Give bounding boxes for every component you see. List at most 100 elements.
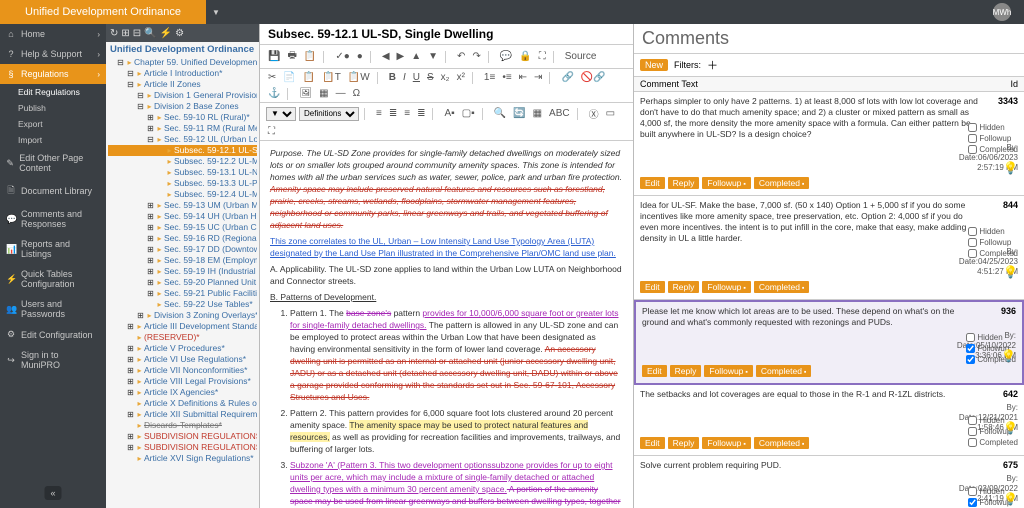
hidden-checkbox[interactable]: [968, 123, 977, 132]
tree-item[interactable]: ▸Article XVI Sign Regulations*: [108, 453, 257, 464]
new-comment-button[interactable]: New: [640, 59, 668, 71]
edit-button[interactable]: Edit: [640, 437, 665, 449]
sidebar-item-2[interactable]: §Regulations›: [0, 64, 106, 84]
fold-icon[interactable]: ⊟: [136, 101, 145, 112]
hidden-checkbox[interactable]: [968, 416, 977, 425]
sidebar-item-7[interactable]: ⚡Quick Tables Configuration: [0, 264, 106, 294]
sidebar-item-6[interactable]: 📊Reports and Listings: [0, 234, 106, 264]
edit-button[interactable]: Edit: [642, 365, 667, 377]
prev-icon[interactable]: ◀: [380, 50, 392, 63]
align-right-icon[interactable]: ≡: [402, 107, 412, 120]
find-icon[interactable]: 🔍: [492, 107, 508, 120]
unlink-icon[interactable]: 🚫🔗: [579, 71, 608, 84]
source-button[interactable]: Source: [563, 50, 599, 63]
tree-item[interactable]: ⊞▸Division 3 Zoning Overlays*: [108, 310, 257, 321]
sidebar-item-8[interactable]: 👥Users and Passwords: [0, 294, 106, 324]
tree-item[interactable]: ⊟▸Sec. 59-12 UL (Urban Low)*: [108, 134, 257, 145]
hr-icon[interactable]: —: [334, 87, 348, 100]
reply-button[interactable]: Reply: [670, 365, 702, 377]
tree-item[interactable]: ⊞▸Sec. 59-17 DD (Downtown Developm: [108, 244, 257, 255]
tree-settings-icon[interactable]: ⚙: [175, 28, 184, 39]
tree-item[interactable]: ▸Subsec. 59-13.1 UL-NC, Neighborh: [108, 167, 257, 178]
comment-row[interactable]: Idea for UL-SF. Make the base, 7,000 sf.…: [634, 196, 1024, 300]
add-filter-icon[interactable]: ＋: [707, 57, 718, 73]
fold-icon[interactable]: ⊟: [126, 68, 135, 79]
fold-icon[interactable]: ⊞: [146, 211, 155, 222]
tree-item[interactable]: ⊞▸Article IX Agencies*: [108, 387, 257, 398]
bg-color-icon[interactable]: ▢▪: [460, 107, 477, 120]
editor-body[interactable]: Purpose. The UL-SD Zone provides for sin…: [260, 141, 633, 508]
tree-item[interactable]: ▸Discards-Templates*: [108, 420, 257, 431]
col-id[interactable]: Id: [980, 79, 1018, 89]
completed-button[interactable]: Completed: [756, 365, 812, 377]
sidebar-item-5[interactable]: 💬Comments and Responses: [0, 204, 106, 234]
fold-icon[interactable]: ⊞: [126, 387, 135, 398]
tree-item[interactable]: ▸Subsec. 59-12.1 UL-SD, Single Dw: [108, 145, 257, 156]
completed-checkbox[interactable]: [968, 145, 977, 154]
blocks-icon[interactable]: ▭: [604, 107, 617, 120]
comment-row[interactable]: Solve current problem requiring PUD.675B…: [634, 456, 1024, 508]
sidebar-collapse-icon[interactable]: «: [44, 486, 61, 500]
paste-text-icon[interactable]: 📋T: [320, 71, 343, 84]
down-icon[interactable]: ▼: [426, 50, 440, 63]
defs-select[interactable]: Definitions: [299, 107, 359, 121]
tree-link-icon[interactable]: ⚡: [160, 28, 172, 39]
cut-icon[interactable]: ✂: [266, 71, 278, 84]
tree-item[interactable]: ⊞▸Sec. 59-21 Public Facilities (PF)*: [108, 288, 257, 299]
fullscreen-icon[interactable]: ⛶: [537, 50, 548, 63]
fold-icon[interactable]: ⊞: [146, 266, 155, 277]
track-on-icon[interactable]: ✓●: [333, 50, 351, 63]
fold-icon[interactable]: ⊟: [136, 90, 145, 101]
table-icon[interactable]: ▦: [317, 87, 330, 100]
followup-checkbox[interactable]: [966, 344, 975, 353]
redo-icon[interactable]: ↷: [470, 50, 482, 63]
fold-icon[interactable]: ⊞: [146, 255, 155, 266]
track-off-icon[interactable]: ●: [355, 50, 365, 63]
fold-icon[interactable]: ⊞: [126, 376, 135, 387]
comment-icon[interactable]: 💬: [498, 50, 514, 63]
fold-icon[interactable]: ⊞: [126, 321, 135, 332]
ul-icon[interactable]: •≡: [500, 71, 513, 84]
fold-icon[interactable]: ⊞: [126, 354, 135, 365]
fold-icon[interactable]: ⊞: [146, 222, 155, 233]
sidebar-item-9[interactable]: ⚙Edit Configuration: [0, 324, 106, 345]
followup-button[interactable]: Followup: [704, 365, 752, 377]
text-color-icon[interactable]: A▪: [442, 107, 456, 120]
tree-item[interactable]: ⊞▸Sec. 59-14 UH (Urban High)*: [108, 211, 257, 222]
tree-item[interactable]: ⊞▸Sec. 59-16 RD (Regional)*: [108, 233, 257, 244]
completed-checkbox[interactable]: [968, 249, 977, 258]
followup-button[interactable]: Followup: [702, 177, 750, 189]
hidden-checkbox[interactable]: [966, 333, 975, 342]
fold-icon[interactable]: ⊟: [146, 134, 155, 145]
selectall-icon[interactable]: ▦: [531, 107, 544, 120]
followup-button[interactable]: Followup: [702, 281, 750, 293]
outdent-icon[interactable]: ⇤: [517, 71, 529, 84]
col-text[interactable]: Comment Text: [640, 79, 980, 89]
completed-checkbox[interactable]: [968, 438, 977, 447]
fold-icon[interactable]: ⊞: [146, 200, 155, 211]
up-icon[interactable]: ▲: [409, 50, 423, 63]
align-left-icon[interactable]: ≡: [374, 107, 384, 120]
copy-icon[interactable]: 📋: [302, 50, 318, 63]
sidebar-item-10[interactable]: ↪Sign in to MuniPRO: [0, 345, 106, 375]
edit-button[interactable]: Edit: [640, 281, 665, 293]
tree-item[interactable]: ⊞▸Sec. 59-11 RM (Rural Medium)*: [108, 123, 257, 134]
superscript-icon[interactable]: x²: [455, 71, 467, 84]
paste-word-icon[interactable]: 📋W: [346, 71, 372, 84]
anchor-icon[interactable]: ⚓: [266, 87, 282, 100]
followup-checkbox[interactable]: [968, 427, 977, 436]
tree-item[interactable]: ⊟▸Article I Introduction*: [108, 68, 257, 79]
sidebar-sub-1[interactable]: Publish: [0, 100, 106, 116]
comment-row[interactable]: Perhaps simpler to only have 2 patterns.…: [634, 92, 1024, 196]
tree-item[interactable]: ⊞▸Article VI Use Regulations*: [108, 354, 257, 365]
tree-item[interactable]: ⊞▸Article VII Nonconformities*: [108, 365, 257, 376]
fold-icon[interactable]: ⊞: [146, 244, 155, 255]
completed-button[interactable]: Completed: [754, 177, 810, 189]
fold-icon[interactable]: ⊞: [146, 112, 155, 123]
fold-icon[interactable]: ⊟: [116, 57, 125, 68]
remove-format-icon[interactable]: Ⓧ: [587, 105, 601, 122]
tree-search-icon[interactable]: 🔍: [144, 28, 156, 39]
tree-item[interactable]: ⊞▸Article XII Submittal Requirements*: [108, 409, 257, 420]
underline-icon[interactable]: U: [411, 71, 422, 84]
tree-item[interactable]: ⊟▸Division 2 Base Zones: [108, 101, 257, 112]
